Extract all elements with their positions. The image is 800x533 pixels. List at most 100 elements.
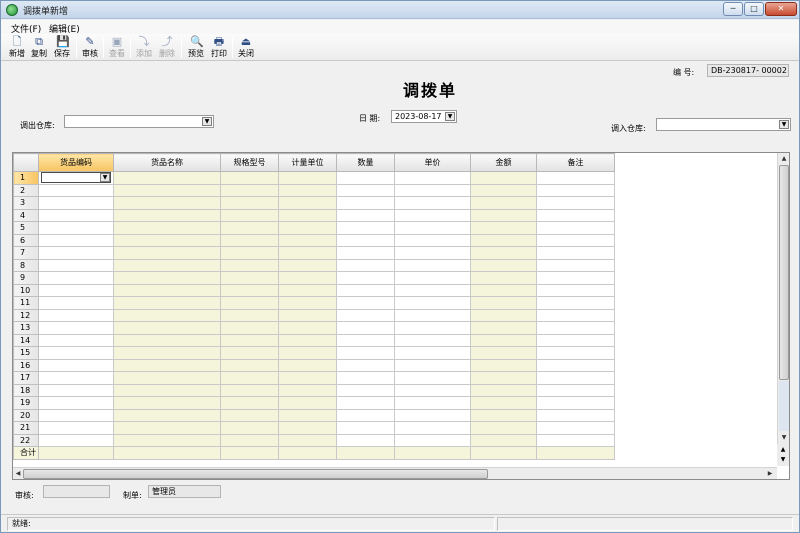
grid-cell[interactable] xyxy=(394,383,471,397)
scroll-thumb[interactable] xyxy=(23,469,488,479)
chevron-down-icon[interactable]: ▼ xyxy=(445,112,455,121)
grid-cell[interactable] xyxy=(278,283,337,297)
grid-cell[interactable] xyxy=(113,333,221,347)
grid-cell[interactable] xyxy=(470,383,537,397)
grid-cell[interactable] xyxy=(470,396,537,410)
preview-button[interactable]: 🔍 预览 xyxy=(185,35,207,60)
grid-cell[interactable] xyxy=(536,408,615,422)
table-row[interactable]: 15 xyxy=(13,346,615,360)
row-number[interactable]: 18 xyxy=(13,383,39,397)
grid-cell[interactable] xyxy=(336,383,395,397)
scroll-down-icon[interactable]: ▼ xyxy=(779,433,789,443)
grid-cell[interactable] xyxy=(113,308,221,322)
grid-cell[interactable] xyxy=(38,233,114,247)
grid-cell[interactable] xyxy=(394,246,471,260)
grid-cell[interactable] xyxy=(113,171,221,185)
grid-cell[interactable] xyxy=(536,196,615,210)
row-number[interactable]: 12 xyxy=(13,308,39,322)
grid-cell[interactable] xyxy=(38,421,114,435)
grid-cell[interactable] xyxy=(220,371,279,385)
grid-cell[interactable] xyxy=(113,321,221,335)
grid-cell[interactable] xyxy=(113,421,221,435)
grid-cell[interactable] xyxy=(470,371,537,385)
out-warehouse-select[interactable]: ▼ xyxy=(64,115,214,128)
grid-cell[interactable] xyxy=(220,196,279,210)
grid-cell[interactable] xyxy=(536,371,615,385)
grid-cell[interactable] xyxy=(336,371,395,385)
grid-cell[interactable] xyxy=(536,296,615,310)
table-row[interactable]: 8 xyxy=(13,258,615,272)
grid-cell[interactable] xyxy=(220,221,279,235)
grid-cell[interactable] xyxy=(536,271,615,285)
grid-cell[interactable] xyxy=(220,333,279,347)
scroll-up-icon[interactable]: ▲ xyxy=(779,154,789,164)
table-row[interactable]: 5 xyxy=(13,221,615,235)
grid-cell[interactable] xyxy=(394,183,471,197)
grid-cell[interactable] xyxy=(336,396,395,410)
table-row[interactable]: 3 xyxy=(13,196,615,210)
grid-cell[interactable] xyxy=(470,333,537,347)
grid-cell[interactable] xyxy=(278,296,337,310)
row-number[interactable]: 5 xyxy=(13,221,39,235)
scroll-up-icon[interactable]: ▲ xyxy=(778,445,788,455)
grid-cell[interactable] xyxy=(38,308,114,322)
grid-cell[interactable] xyxy=(220,183,279,197)
grid-cell[interactable] xyxy=(536,333,615,347)
grid-cell[interactable] xyxy=(536,221,615,235)
grid-cell[interactable] xyxy=(336,183,395,197)
grid-cell[interactable] xyxy=(470,408,537,422)
grid-cell[interactable] xyxy=(278,396,337,410)
table-row[interactable]: 14 xyxy=(13,333,615,347)
grid-cell[interactable] xyxy=(336,346,395,360)
scroll-left-icon[interactable]: ◀ xyxy=(13,469,23,479)
col-header[interactable]: 单价 xyxy=(394,153,471,172)
grid-cell[interactable] xyxy=(278,321,337,335)
grid-cell[interactable] xyxy=(536,208,615,222)
grid-cell[interactable] xyxy=(536,233,615,247)
grid-cell[interactable] xyxy=(113,258,221,272)
grid-cell[interactable] xyxy=(38,333,114,347)
grid-cell[interactable] xyxy=(394,396,471,410)
grid-cell[interactable] xyxy=(38,258,114,272)
grid-cell[interactable] xyxy=(38,296,114,310)
table-row[interactable]: 22 xyxy=(13,433,615,447)
grid-cell[interactable] xyxy=(220,408,279,422)
grid-cell[interactable] xyxy=(220,283,279,297)
grid-cell[interactable] xyxy=(278,383,337,397)
grid-cell[interactable] xyxy=(536,321,615,335)
grid-cell[interactable] xyxy=(536,433,615,447)
grid-cell[interactable] xyxy=(394,171,471,185)
grid-cell[interactable] xyxy=(470,283,537,297)
grid-cell[interactable] xyxy=(536,183,615,197)
grid-cell[interactable] xyxy=(536,258,615,272)
row-number[interactable]: 22 xyxy=(13,433,39,447)
grid-cell[interactable] xyxy=(470,433,537,447)
grid-cell[interactable] xyxy=(536,171,615,185)
grid-cell[interactable] xyxy=(278,346,337,360)
table-row[interactable]: 9 xyxy=(13,271,615,285)
grid-cell[interactable] xyxy=(336,433,395,447)
grid-horizontal-scrollbar[interactable]: ◀ ▶ xyxy=(13,467,777,479)
table-row[interactable]: 18 xyxy=(13,383,615,397)
total-vertical-scrollbar[interactable]: ▲ ▼ xyxy=(777,444,789,466)
add-row-button[interactable]: ⤵ 添加 xyxy=(134,35,154,60)
grid-cell[interactable] xyxy=(470,196,537,210)
grid-cell[interactable] xyxy=(394,221,471,235)
grid-cell[interactable] xyxy=(220,271,279,285)
row-number[interactable]: 4 xyxy=(13,208,39,222)
grid-cell[interactable] xyxy=(394,408,471,422)
grid-cell[interactable] xyxy=(536,358,615,372)
table-row[interactable]: 10 xyxy=(13,283,615,297)
grid-cell[interactable] xyxy=(220,171,279,185)
grid-cell[interactable] xyxy=(336,233,395,247)
table-row[interactable]: 20 xyxy=(13,408,615,422)
chevron-down-icon[interactable]: ▼ xyxy=(100,173,110,183)
grid-cell[interactable] xyxy=(536,421,615,435)
grid-cell[interactable] xyxy=(113,183,221,197)
approve-button[interactable]: ✎ 审核 xyxy=(80,35,100,60)
row-number[interactable]: 15 xyxy=(13,346,39,360)
grid-cell[interactable] xyxy=(38,408,114,422)
grid-cell[interactable] xyxy=(220,358,279,372)
close-doc-button[interactable]: ⏏ 关闭 xyxy=(236,35,256,60)
grid-cell[interactable] xyxy=(113,408,221,422)
